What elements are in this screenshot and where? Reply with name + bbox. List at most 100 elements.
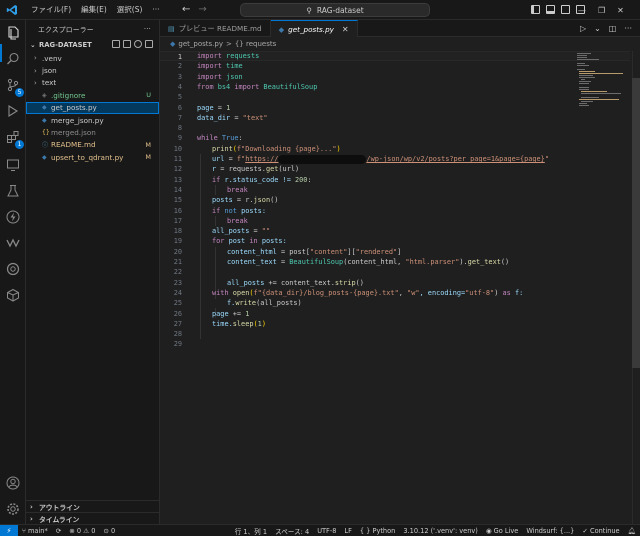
toggle-secondary-sidebar-icon[interactable] xyxy=(561,5,570,14)
go-live-button[interactable]: ◉ Go Live xyxy=(482,527,522,535)
json-file-icon: {} xyxy=(42,129,50,137)
menu-file[interactable]: ファイル(F) xyxy=(26,4,76,15)
outline-section[interactable]: › アウトライン xyxy=(26,500,160,512)
tab-get-posts[interactable]: ◆ get_posts.py ✕ xyxy=(270,20,358,37)
maximize-icon[interactable]: ❐ xyxy=(598,6,605,15)
python-interpreter[interactable]: 3.10.12 ('.venv': venv) xyxy=(399,527,482,535)
windsurf-bolt-icon[interactable] xyxy=(6,210,20,224)
remote-indicator-icon[interactable]: ⚡ xyxy=(0,524,18,536)
line-number: 22 xyxy=(173,268,182,277)
code-line: all_posts += content_text.strip() xyxy=(227,278,364,287)
menu-selection[interactable]: 選択(S) xyxy=(112,4,148,15)
code-line: if not posts: xyxy=(212,206,266,215)
python-icon: ◆ xyxy=(170,40,176,48)
run-python-icon[interactable]: ▷ xyxy=(580,24,586,33)
command-center-search[interactable]: ⚲ RAG-dataset xyxy=(240,3,430,17)
account-icon[interactable] xyxy=(6,476,20,490)
branch-status[interactable]: ⑂ main* xyxy=(18,527,52,535)
language-mode[interactable]: { } Python xyxy=(356,527,399,535)
tree-item[interactable]: ◆ upsert_to_qdrant.py M xyxy=(26,151,159,163)
testing-flask-icon[interactable] xyxy=(6,184,20,198)
menu-edit[interactable]: 編集(E) xyxy=(76,4,112,15)
run-debug-icon[interactable] xyxy=(6,104,20,118)
minimize-icon[interactable]: — xyxy=(578,6,586,15)
chevron-right-icon: › xyxy=(30,514,33,523)
close-window-icon[interactable]: ✕ xyxy=(617,6,624,15)
sync-status[interactable]: ⟳ xyxy=(52,527,66,535)
eol-status[interactable]: LF xyxy=(340,527,355,535)
cursor-position[interactable]: 行 1、列 1 xyxy=(231,526,271,536)
code-line: break xyxy=(227,216,248,225)
collapse-all-icon[interactable] xyxy=(145,40,153,48)
tree-item-label: merged.json xyxy=(51,128,96,138)
tree-item[interactable]: {} merged.json xyxy=(26,126,159,138)
encoding-status[interactable]: UTF-8 xyxy=(313,527,340,535)
code-editor[interactable]: 1 2 3 4 5 6 7 8 9 10 11 12 13 14 15 16 17 18 19 20 21 22 23 24 2… xyxy=(160,51,640,524)
status-bar: ⚡ ⑂ main* ⟳ ⊗ 0 ⚠ 0 ⊙ 0 行 1、列 1 スペース: 4 UT… xyxy=(0,524,640,536)
notifications-bell-icon[interactable]: 🔔︎ xyxy=(624,527,640,535)
title-bar: ファイル(F) 編集(E) 選択(S) ··· ← → ⚲ RAG-datase… xyxy=(0,0,640,20)
close-tab-icon[interactable]: ✕ xyxy=(342,25,349,34)
redacted-domain xyxy=(278,154,367,164)
split-editor-icon[interactable]: ◫ xyxy=(609,24,617,33)
tree-item[interactable]: › .venv xyxy=(26,52,159,64)
toggle-sidebar-icon[interactable] xyxy=(531,5,540,14)
tree-item[interactable]: › text xyxy=(26,77,159,89)
toggle-panel-icon[interactable] xyxy=(546,5,555,14)
code-line: print(f"Downloading {page}...") xyxy=(212,144,341,153)
minimap[interactable] xyxy=(575,51,630,111)
code-line: posts = r.json() xyxy=(212,196,279,205)
new-file-icon[interactable] xyxy=(112,40,120,48)
explorer-sidebar: エクスプローラー ··· ⌄ RAG-DATASET › .venv › json › t… xyxy=(26,20,160,524)
wave-extension-icon[interactable] xyxy=(6,236,20,250)
tab-readme-preview[interactable]: ▤ プレビュー README.md xyxy=(160,20,271,37)
tree-item[interactable]: ⓘ README.md M xyxy=(26,139,159,151)
workspace-root[interactable]: ⌄ RAG-DATASET xyxy=(26,38,159,52)
extensions-badge: 1 xyxy=(15,140,24,149)
new-folder-icon[interactable] xyxy=(123,40,131,48)
breadcrumb-file[interactable]: get_posts.py xyxy=(178,40,223,48)
code-line: content_html = post["content"]["rendered… xyxy=(227,247,402,256)
chevron-right-icon: › xyxy=(34,66,37,75)
timeline-section[interactable]: › タイムライン xyxy=(26,512,160,524)
chevron-right-icon: › xyxy=(30,502,33,511)
line-number-row: 29 xyxy=(160,339,630,349)
tree-item[interactable]: ◈ .gitignore U xyxy=(26,89,159,101)
database-extension-icon[interactable] xyxy=(6,288,20,302)
tab-bar: ▤ プレビュー README.md ◆ get_posts.py ✕ ▷ ⌄ ◫… xyxy=(160,20,640,37)
breadcrumb-separator: > xyxy=(225,40,232,48)
remote-explorer-icon[interactable] xyxy=(6,158,20,172)
search-view-icon[interactable] xyxy=(6,52,20,66)
menu-more[interactable]: ··· xyxy=(147,5,164,14)
explorer-icon[interactable] xyxy=(6,26,20,40)
indentation-status[interactable]: スペース: 4 xyxy=(271,526,313,536)
windsurf-status[interactable]: Windsurf: {...} xyxy=(522,527,578,535)
git-status-badge: U xyxy=(146,91,151,100)
settings-gear-icon[interactable] xyxy=(6,502,20,516)
tree-item-label: .venv xyxy=(42,53,62,63)
explorer-more-button[interactable]: ··· xyxy=(144,25,151,33)
tree-item[interactable]: ◆ get_posts.py xyxy=(26,101,159,114)
problems-status[interactable]: ⊗ 0 ⚠ 0 xyxy=(65,527,99,535)
forward-arrow-icon[interactable]: → xyxy=(198,4,206,15)
continue-status[interactable]: ✓ Continue xyxy=(578,527,623,535)
line-number-row: 8 xyxy=(160,123,630,133)
run-dropdown-icon[interactable]: ⌄ xyxy=(594,24,601,33)
broadcast-icon: ◉ xyxy=(485,526,492,535)
tree-item[interactable]: › json xyxy=(26,64,159,76)
activity-bar: 5 1 xyxy=(0,20,26,524)
breadcrumb-symbol[interactable]: {} requests xyxy=(235,40,276,48)
circle-extension-icon[interactable] xyxy=(6,262,20,276)
tree-item[interactable]: ◆ merge_json.py xyxy=(26,114,159,126)
more-actions-icon[interactable]: ··· xyxy=(624,24,632,33)
refresh-icon[interactable] xyxy=(134,40,142,48)
md-file-icon: ⓘ xyxy=(42,142,49,150)
back-arrow-icon[interactable]: ← xyxy=(182,4,190,15)
explorer-header: エクスプローラー ··· xyxy=(26,20,159,38)
tree-item-label: merge_json.py xyxy=(51,115,104,125)
branch-icon: ⑂ xyxy=(22,526,26,535)
search-icon: ⚲ xyxy=(306,5,312,15)
scrollbar-thumb[interactable] xyxy=(632,78,640,368)
line-number: 8 xyxy=(177,124,182,133)
ports-status[interactable]: ⊙ 0 xyxy=(99,527,119,535)
